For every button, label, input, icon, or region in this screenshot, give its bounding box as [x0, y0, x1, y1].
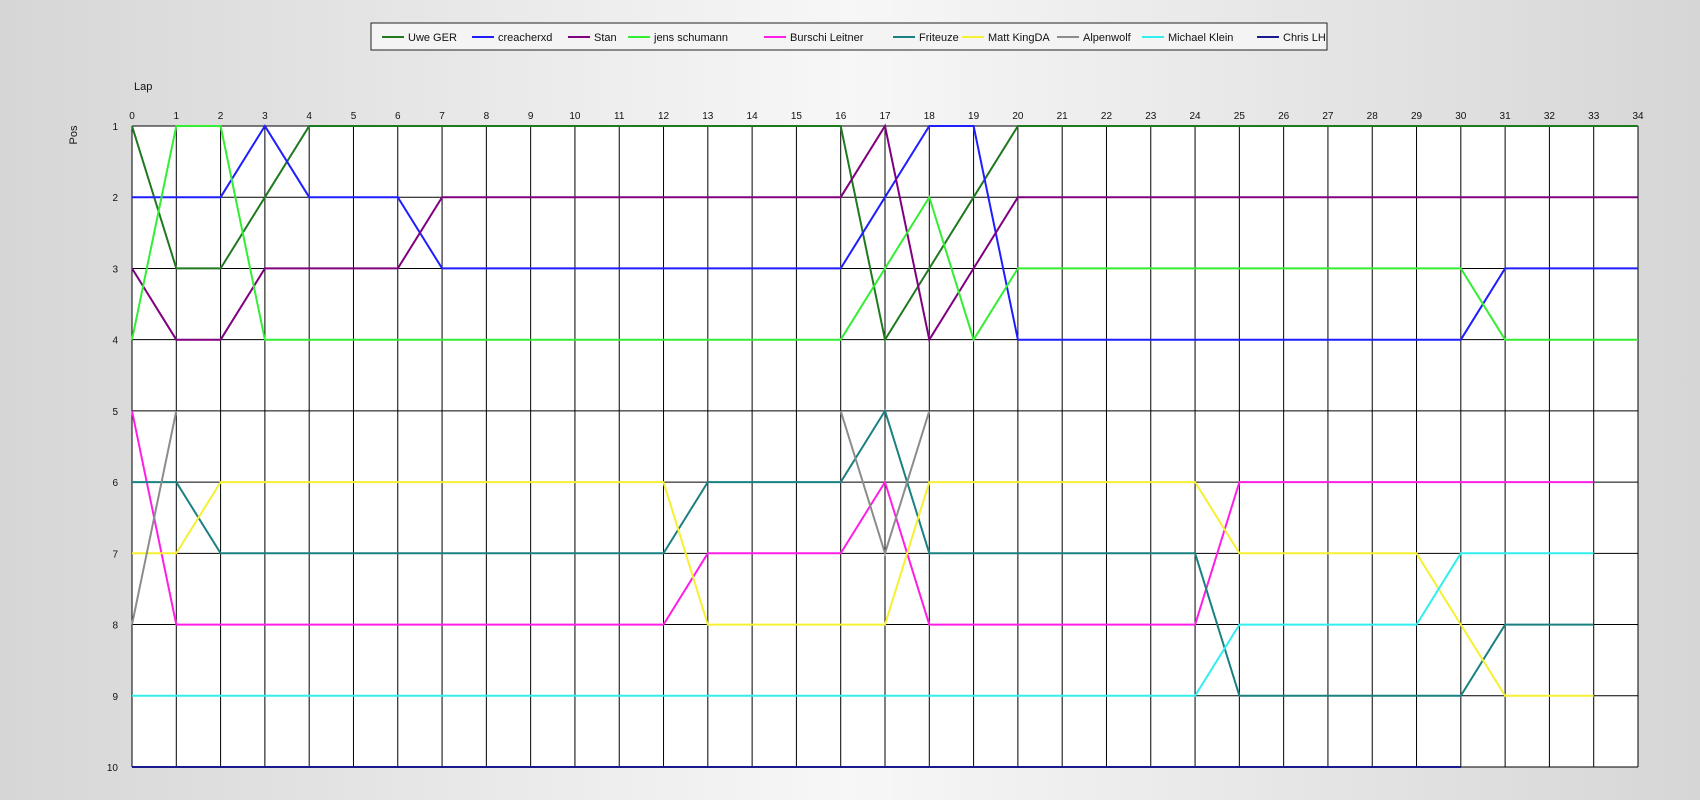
y-tick-label: 1: [112, 122, 118, 133]
x-tick-label: 4: [306, 111, 312, 122]
x-tick-label: 22: [1101, 111, 1113, 122]
x-tick-label: 20: [1012, 111, 1024, 122]
x-tick-label: 30: [1455, 111, 1467, 122]
x-tick-label: 28: [1367, 111, 1379, 122]
legend-entry: creacherxd: [498, 32, 552, 44]
x-tick-label: 23: [1145, 111, 1157, 122]
y-tick-label: 8: [112, 621, 118, 632]
x-tick-label: 14: [747, 111, 759, 122]
x-tick-label: 9: [528, 111, 534, 122]
x-tick-label: 11: [614, 111, 625, 122]
x-axis-title: Lap: [134, 81, 152, 93]
x-tick-label: 7: [439, 111, 445, 122]
y-tick-label: 6: [112, 478, 118, 489]
x-tick-label: 24: [1189, 111, 1201, 122]
x-tick-label: 32: [1544, 111, 1556, 122]
y-tick-label: 4: [112, 336, 118, 347]
legend-entry: Michael Klein: [1168, 32, 1233, 44]
y-tick-label: 5: [112, 407, 118, 418]
x-tick-label: 17: [879, 111, 891, 122]
x-tick-label: 8: [484, 111, 490, 122]
y-tick-label: 7: [112, 549, 118, 560]
x-tick-label: 27: [1322, 111, 1334, 122]
x-tick-label: 10: [569, 111, 581, 122]
x-tick-label: 12: [658, 111, 670, 122]
x-tick-label: 1: [174, 111, 180, 122]
y-tick-label: 9: [112, 692, 118, 703]
x-tick-label: 6: [395, 111, 401, 122]
x-tick-label: 26: [1278, 111, 1290, 122]
x-tick-label: 34: [1632, 111, 1644, 122]
legend-entry: Matt KingDA: [988, 32, 1050, 44]
legend-entry: Burschi Leitner: [790, 32, 864, 44]
legend-entry: Friteuze: [919, 32, 959, 44]
x-tick-label: 19: [968, 111, 980, 122]
x-tick-label: 29: [1411, 111, 1423, 122]
legend-entry: Stan: [594, 32, 617, 44]
legend-entry: Alpenwolf: [1083, 32, 1132, 44]
legend-entry: Chris LH: [1283, 32, 1326, 44]
x-tick-label: 13: [702, 111, 714, 122]
x-tick-label: 25: [1234, 111, 1246, 122]
x-tick-label: 33: [1588, 111, 1600, 122]
y-tick-label: 3: [112, 264, 118, 275]
x-tick-label: 15: [791, 111, 803, 122]
x-tick-label: 21: [1057, 111, 1069, 122]
position-chart: 0 1 2 3 4 5 6 7 8 9 10 11 12 13 14 15 16 17 18 19 20 21 22 23 24…: [68, 22, 1644, 774]
y-tick-label: 2: [112, 193, 118, 204]
x-tick-label: 5: [351, 111, 357, 122]
x-tick-label: 3: [262, 111, 268, 122]
x-tick-label: 31: [1500, 111, 1512, 122]
y-axis-title: Pos: [68, 125, 80, 144]
x-tick-label: 0: [129, 111, 135, 122]
x-tick-label: 2: [218, 111, 224, 122]
legend: Uwe GER creacherxd Stan jens schumann Bursch…: [370, 22, 1328, 51]
legend-entry: jens schumann: [653, 32, 728, 44]
y-tick-label: 10: [107, 763, 119, 774]
x-tick-label: 18: [924, 111, 936, 122]
legend-entry: Uwe GER: [408, 32, 457, 44]
x-tick-label: 16: [835, 111, 847, 122]
